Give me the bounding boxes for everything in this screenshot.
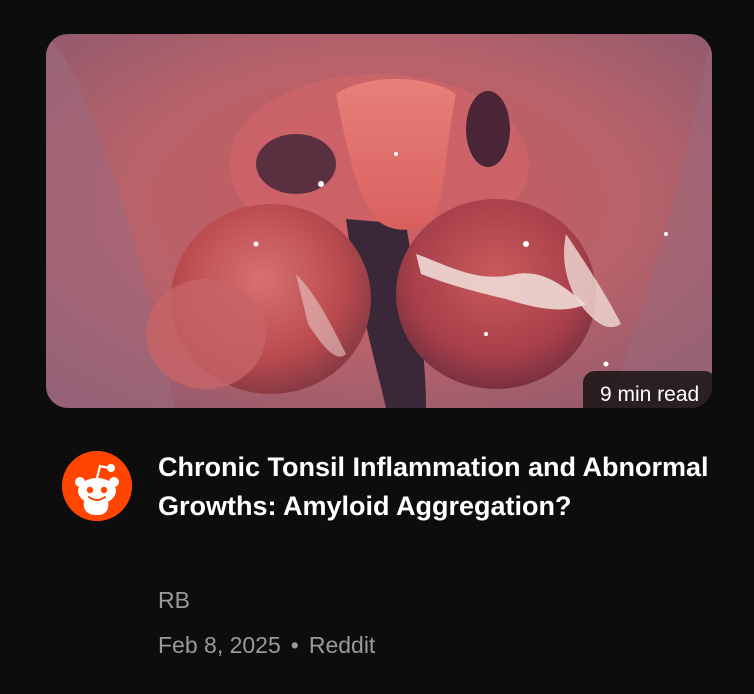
article-card[interactable]: 9 min read Chronic Tonsil Inflammation a… — [0, 0, 754, 694]
article-date: Feb 8, 2025 — [158, 632, 281, 658]
article-meta: Feb 8, 2025 • Reddit — [158, 630, 375, 660]
article-thumbnail[interactable]: 9 min read — [46, 34, 712, 408]
article-author: RB — [158, 587, 190, 613]
reddit-logo-icon — [62, 451, 132, 521]
meta-separator: • — [290, 632, 299, 658]
throat-photo-icon — [46, 34, 712, 408]
article-source: Reddit — [308, 632, 376, 658]
read-time-badge: 9 min read — [583, 371, 712, 408]
article-title[interactable]: Chronic Tonsil Inflammation and Abnormal… — [158, 448, 718, 526]
